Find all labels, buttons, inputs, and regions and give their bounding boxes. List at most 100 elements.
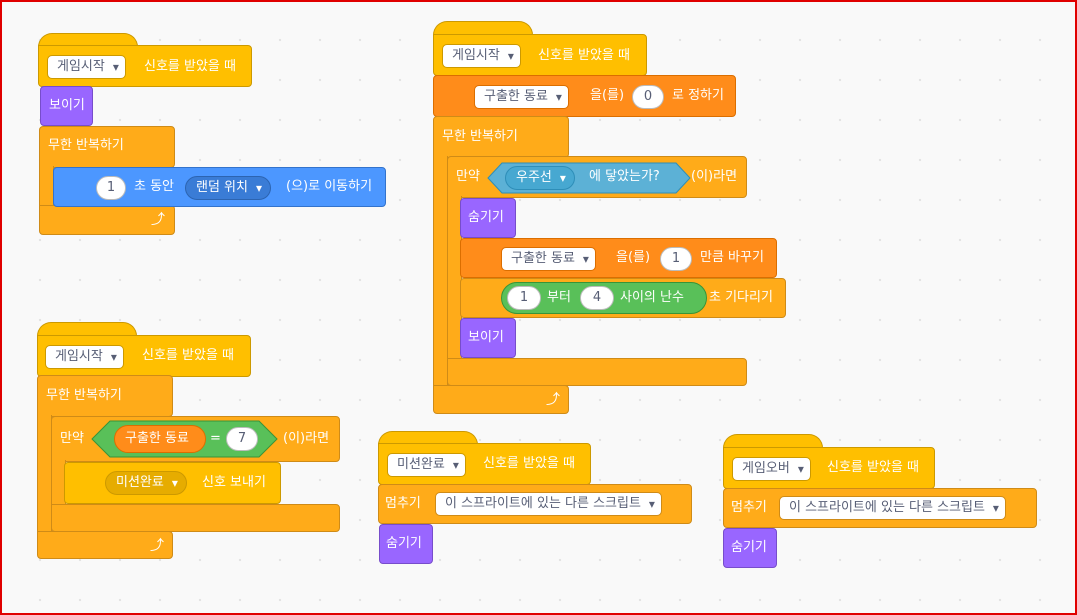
when-receive-block[interactable]: 게임시작 신호를 받았을 때 (38, 45, 252, 87)
hide-label: 숨기기 (731, 540, 767, 555)
forever-arm (433, 156, 448, 386)
touch-target-dropdown[interactable]: 우주선 (505, 166, 575, 190)
forever-label: 무한 반복하기 (48, 138, 124, 153)
glide-suffix: (으)로 이동하기 (286, 179, 373, 194)
if-label: 만약 (60, 431, 84, 446)
broadcast-dropdown[interactable]: 미션완료 (105, 471, 187, 495)
changevar-value-input[interactable]: 1 (660, 247, 692, 271)
equals-value-input[interactable]: 7 (226, 427, 258, 451)
equals-sign: = (210, 431, 221, 446)
message-dropdown[interactable]: 게임오버 (732, 457, 811, 481)
input-value: 1 (671, 251, 681, 266)
variable-dropdown[interactable]: 구출한 동료 (474, 85, 569, 109)
forever-block[interactable]: 무한 반복하기 (37, 375, 173, 417)
forever-label: 무한 반복하기 (442, 129, 518, 144)
set-variable-block[interactable]: 구출한 동료 을(를) 0 로 정하기 (433, 75, 736, 117)
forever-arm (39, 166, 54, 206)
stop-block[interactable]: 멈추기 이 스프라이트에 있는 다른 스크립트 (723, 488, 1037, 528)
show-block[interactable]: 보이기 (40, 86, 93, 126)
event-suffix: 신호를 받았을 때 (483, 456, 575, 471)
glide-block[interactable]: 1 초 동안 랜덤 위치 (으)로 이동하기 (53, 167, 386, 207)
input-value: 1 (106, 180, 116, 195)
forever-block[interactable]: 무한 반복하기 (433, 116, 569, 158)
setvar-mid-label: 을(를) (590, 88, 625, 103)
hide-block[interactable]: 숨기기 (723, 528, 777, 568)
random-reporter[interactable]: 1 부터 4 사이의 난수 (501, 282, 707, 314)
repeat-arrow-icon: ⤴ (150, 538, 164, 554)
message-dropdown[interactable]: 미션완료 (387, 453, 466, 477)
dropdown-value: 이 스프라이트에 있는 다른 스크립트 (789, 500, 985, 515)
when-receive-block[interactable]: 게임시작 신호를 받았을 때 (433, 34, 647, 76)
wait-block[interactable]: 1 부터 4 사이의 난수 초 기다리기 (460, 278, 786, 318)
setvar-suffix: 로 정하기 (672, 88, 724, 103)
broadcast-block[interactable]: 미션완료 신호 보내기 (64, 462, 281, 504)
random-from-input[interactable]: 1 (507, 286, 541, 310)
touch-suffix: 에 닿았는가? (589, 169, 660, 184)
stop-option-dropdown[interactable]: 이 스프라이트에 있는 다른 스크립트 (435, 492, 662, 516)
forever-arm (37, 415, 52, 532)
variable-dropdown[interactable]: 구출한 동료 (501, 247, 596, 271)
dropdown-value: 우주선 (516, 170, 552, 185)
hide-block[interactable]: 숨기기 (460, 198, 516, 238)
when-receive-block[interactable]: 미션완료 신호를 받았을 때 (378, 443, 591, 485)
changevar-suffix: 만큼 바꾸기 (700, 250, 764, 265)
dropdown-value: 이 스프라이트에 있는 다른 스크립트 (445, 496, 641, 511)
if-bottom (51, 504, 340, 532)
stop-label: 멈추기 (731, 500, 767, 515)
then-label: (이)라면 (283, 431, 330, 446)
dropdown-value: 게임시작 (452, 48, 500, 63)
message-dropdown[interactable]: 게임시작 (47, 55, 126, 79)
hat-cap (723, 434, 823, 448)
forever-bottom: ⤴ (37, 531, 173, 559)
show-label: 보이기 (49, 98, 85, 113)
stop-block[interactable]: 멈추기 이 스프라이트에 있는 다른 스크립트 (378, 484, 692, 524)
message-dropdown[interactable]: 게임시작 (442, 44, 521, 68)
if-label: 만약 (456, 169, 480, 184)
dropdown-value: 미션완료 (397, 457, 445, 472)
show-block[interactable]: 보이기 (460, 318, 516, 358)
dropdown-value: 미션완료 (116, 475, 164, 490)
dropdown-value: 랜덤 위치 (196, 180, 248, 195)
forever-label: 무한 반복하기 (46, 388, 122, 403)
message-dropdown[interactable]: 게임시작 (45, 345, 124, 369)
event-suffix: 신호를 받았을 때 (538, 48, 630, 63)
glide-seconds-input[interactable]: 1 (96, 176, 126, 200)
event-suffix: 신호를 받았을 때 (144, 59, 236, 74)
event-suffix: 신호를 받았을 때 (827, 460, 919, 475)
hide-block[interactable]: 숨기기 (379, 524, 433, 564)
repeat-arrow-icon: ⤴ (151, 212, 165, 228)
hide-label: 숨기기 (468, 210, 504, 225)
random-mid-label: 부터 (547, 290, 571, 305)
hat-cap (433, 21, 533, 35)
stop-label: 멈추기 (385, 496, 421, 511)
input-value: 7 (237, 431, 247, 446)
event-suffix: 신호를 받았을 때 (142, 348, 234, 363)
glide-mid-label: 초 동안 (134, 179, 175, 194)
dropdown-value: 구출한 동료 (484, 89, 548, 104)
hat-cap (37, 322, 137, 336)
change-variable-block[interactable]: 구출한 동료 을(를) 1 만큼 바꾸기 (460, 238, 777, 278)
then-label: (이)라면 (691, 169, 738, 184)
setvar-value-input[interactable]: 0 (632, 85, 664, 109)
repeat-arrow-icon: ⤴ (546, 392, 560, 408)
input-value: 0 (643, 89, 653, 104)
if-block[interactable]: 만약 우주선 에 닿았는가? (이)라면 (447, 156, 747, 198)
random-suffix: 사이의 난수 (620, 290, 684, 305)
stop-option-dropdown[interactable]: 이 스프라이트에 있는 다른 스크립트 (779, 496, 1006, 520)
input-value: 1 (519, 290, 529, 305)
dropdown-value: 게임오버 (742, 461, 790, 476)
dropdown-value: 구출한 동료 (511, 251, 575, 266)
if-bottom (447, 358, 747, 386)
glide-target-dropdown[interactable]: 랜덤 위치 (185, 176, 271, 200)
dropdown-value: 게임시작 (55, 349, 103, 364)
forever-block[interactable]: 무한 반복하기 (39, 126, 175, 168)
when-receive-block[interactable]: 게임시작 신호를 받았을 때 (37, 335, 251, 377)
show-label: 보이기 (468, 330, 504, 345)
random-to-input[interactable]: 4 (580, 286, 614, 310)
broadcast-suffix: 신호 보내기 (202, 475, 266, 490)
dropdown-value: 게임시작 (57, 59, 105, 74)
when-receive-block[interactable]: 게임오버 신호를 받았을 때 (723, 447, 935, 489)
forever-bottom: ⤴ (433, 385, 569, 414)
if-block[interactable]: 만약 구출한 동료 = 7 (이)라면 (51, 416, 340, 462)
variable-reporter[interactable]: 구출한 동료 (114, 425, 206, 453)
